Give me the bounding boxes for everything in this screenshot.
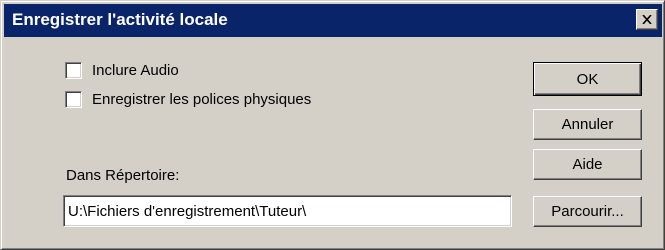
include-audio-label: Inclure Audio xyxy=(92,62,179,79)
cancel-button[interactable]: Annuler xyxy=(533,109,642,140)
close-icon xyxy=(642,15,652,24)
record-fonts-label: Enregistrer les polices physiques xyxy=(92,91,312,108)
directory-label: Dans Répertoire: xyxy=(66,167,180,184)
browse-button[interactable]: Parcourir... xyxy=(533,196,642,227)
include-audio-option[interactable]: Inclure Audio xyxy=(65,62,179,79)
title-bar: Enregistrer l'activité locale xyxy=(4,4,662,37)
ok-button[interactable]: OK xyxy=(533,62,642,96)
close-button[interactable] xyxy=(636,9,658,30)
record-local-activity-dialog: Enregistrer l'activité locale Inclure Au… xyxy=(0,0,665,250)
record-fonts-checkbox[interactable] xyxy=(65,91,82,108)
help-button[interactable]: Aide xyxy=(533,149,642,180)
directory-input[interactable] xyxy=(63,195,512,227)
window-title: Enregistrer l'activité locale xyxy=(12,10,228,29)
record-fonts-option[interactable]: Enregistrer les polices physiques xyxy=(65,91,311,108)
include-audio-checkbox[interactable] xyxy=(65,62,82,79)
